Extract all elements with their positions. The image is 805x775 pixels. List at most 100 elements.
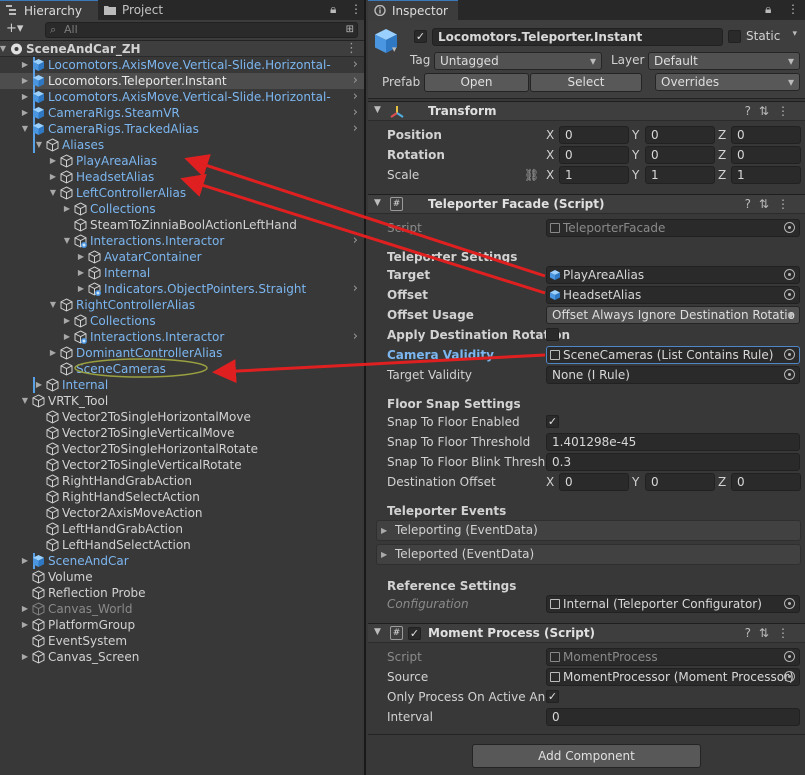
expand-arrow-icon[interactable]: ▼: [48, 185, 58, 201]
hierarchy-row[interactable]: EventSystem: [0, 633, 364, 649]
snap-to-floor-blink-threshold-input[interactable]: 0.3: [546, 453, 800, 471]
hierarchy-row[interactable]: ▶ Locomotors.AxisMove.Vertical-Slide.Hori…: [0, 89, 364, 105]
object-name-field[interactable]: Locomotors.Teleporter.Instant: [432, 28, 723, 46]
hierarchy-row[interactable]: ▶ Indicators.ObjectPointers.Straight ›: [0, 281, 364, 297]
target-field[interactable]: PlayAreaAlias: [546, 266, 800, 284]
collapse-arrow-icon[interactable]: ▶: [48, 169, 58, 185]
scene-filter-icon[interactable]: ⊞: [346, 23, 354, 37]
constrain-proportions-icon[interactable]: ⛓: [524, 166, 539, 184]
tab-inspector[interactable]: Inspector: [368, 0, 458, 20]
component-header-icons[interactable]: ?⇅⋮: [745, 626, 797, 640]
tag-dropdown[interactable]: Untagged: [434, 52, 602, 70]
collapse-arrow-icon[interactable]: ▶: [48, 345, 58, 361]
rotation-x-input[interactable]: 0: [559, 146, 629, 164]
foldout-arrow-icon[interactable]: ▼: [374, 198, 381, 208]
scale-z-input[interactable]: 1: [731, 166, 801, 184]
hierarchy-row[interactable]: RightHandSelectAction: [0, 489, 364, 505]
rotation-x-axis-label[interactable]: X: [546, 146, 554, 164]
position-z-axis-label[interactable]: Z: [718, 126, 726, 144]
collapse-arrow-icon[interactable]: ▶: [20, 73, 30, 89]
apply-destination-rotation-checkbox[interactable]: [546, 328, 559, 341]
target-validity-field[interactable]: None (I Rule): [546, 366, 800, 384]
component-header-icons[interactable]: ?⇅⋮: [745, 104, 797, 118]
object-picker-icon[interactable]: [784, 289, 795, 300]
hierarchy-row[interactable]: ▼ CameraRigs.TrackedAlias ›: [0, 121, 364, 137]
chevron-right-icon[interactable]: ›: [353, 233, 358, 249]
hierarchy-row[interactable]: LeftHandSelectAction: [0, 537, 364, 553]
hierarchy-row[interactable]: ▶ AvatarContainer: [0, 249, 364, 265]
object-picker-icon[interactable]: [784, 598, 795, 609]
collapse-arrow-icon[interactable]: ▶: [62, 329, 72, 345]
chevron-right-icon[interactable]: ›: [353, 73, 358, 89]
scale-x-input[interactable]: 1: [559, 166, 629, 184]
snap-to-floor-threshold-input[interactable]: 1.401298e-45: [546, 433, 800, 451]
hierarchy-row[interactable]: Vector2ToSingleHorizontalMove: [0, 409, 364, 425]
offset-field[interactable]: HeadsetAlias: [546, 286, 800, 304]
scene-row[interactable]: ▼ SceneAndCar_ZH ⋮: [0, 41, 364, 57]
hierarchy-row[interactable]: RightHandGrabAction: [0, 473, 364, 489]
destination-offset-y-input[interactable]: 0: [645, 473, 715, 491]
destination-offset-x-axis-label[interactable]: X: [546, 473, 554, 491]
object-picker-icon[interactable]: [784, 269, 795, 280]
collapse-arrow-icon[interactable]: ▶: [20, 553, 30, 569]
hierarchy-row[interactable]: ▶ PlayAreaAlias: [0, 153, 364, 169]
collapse-arrow-icon[interactable]: ▶: [76, 265, 86, 281]
chevron-right-icon[interactable]: ›: [353, 121, 358, 137]
chevron-right-icon[interactable]: ›: [353, 105, 358, 121]
hierarchy-row[interactable]: ▶ Collections: [0, 201, 364, 217]
hierarchy-row[interactable]: ▶ Internal: [0, 265, 364, 281]
collapse-arrow-icon[interactable]: ▶: [20, 601, 30, 617]
hierarchy-row[interactable]: ▶ Canvas_Screen: [0, 649, 364, 665]
prefab-overrides-dropdown[interactable]: Overrides: [655, 73, 800, 91]
collapse-arrow-icon[interactable]: ▶: [62, 313, 72, 329]
chevron-right-icon[interactable]: ›: [353, 329, 358, 345]
chevron-right-icon[interactable]: ›: [353, 89, 358, 105]
hierarchy-row[interactable]: SteamToZinniaBoolActionLeftHand: [0, 217, 364, 233]
foldout-arrow-icon[interactable]: ▼: [374, 627, 381, 637]
position-x-axis-label[interactable]: X: [546, 126, 554, 144]
offset-usage-dropdown[interactable]: Offset Always Ignore Destination Rotatio: [546, 306, 800, 324]
teleporter-facade-header[interactable]: ▼ # Teleporter Facade (Script) ?⇅⋮: [368, 194, 805, 214]
interval-input[interactable]: 0: [546, 708, 800, 726]
hierarchy-row[interactable]: ▶ Locomotors.AxisMove.Vertical-Slide.Hori…: [0, 57, 364, 73]
kebab-menu-icon[interactable]: ⋮: [787, 2, 799, 16]
hierarchy-row[interactable]: SceneCameras: [0, 361, 364, 377]
camera-validity-field[interactable]: SceneCameras (List Contains Rule): [546, 346, 800, 364]
collapse-arrow-icon[interactable]: ▶: [20, 89, 30, 105]
static-dropdown-arrow[interactable]: ▾: [792, 29, 797, 39]
rotation-z-axis-label[interactable]: Z: [718, 146, 726, 164]
rotation-y-input[interactable]: 0: [645, 146, 715, 164]
expand-arrow-icon[interactable]: ▼: [20, 393, 30, 409]
expand-arrow-icon[interactable]: ▼: [48, 297, 58, 313]
hierarchy-row[interactable]: ▼ LeftControllerAlias: [0, 185, 364, 201]
hierarchy-row[interactable]: ▶ Canvas_World: [0, 601, 364, 617]
chevron-right-icon[interactable]: ›: [353, 281, 358, 297]
prefab-select-button[interactable]: Select: [530, 73, 642, 92]
hierarchy-row[interactable]: ▼ Interactions.Interactor ›: [0, 233, 364, 249]
destination-offset-x-input[interactable]: 0: [559, 473, 629, 491]
object-picker-icon[interactable]: [784, 671, 795, 682]
hierarchy-row[interactable]: ▼ VRTK_Tool: [0, 393, 364, 409]
position-y-axis-label[interactable]: Y: [632, 126, 639, 144]
scale-y-input[interactable]: 1: [645, 166, 715, 184]
prefab-open-button[interactable]: Open: [424, 73, 529, 92]
foldout-arrow-icon[interactable]: ▼: [374, 105, 381, 115]
hierarchy-row[interactable]: ▶ Internal: [0, 377, 364, 393]
scale-x-axis-label[interactable]: X: [546, 166, 554, 184]
collapse-arrow-icon[interactable]: ▶: [48, 153, 58, 169]
hierarchy-row[interactable]: Vector2AxisMoveAction: [0, 505, 364, 521]
expand-arrow-icon[interactable]: ▼: [0, 41, 8, 57]
position-z-input[interactable]: 0: [731, 126, 801, 144]
hierarchy-row[interactable]: ▶ Locomotors.Teleporter.Instant ›: [0, 73, 364, 89]
position-y-input[interactable]: 0: [645, 126, 715, 144]
source-field[interactable]: MomentProcessor (Moment Processor): [546, 668, 800, 686]
hierarchy-row[interactable]: Reflection Probe: [0, 585, 364, 601]
hierarchy-row[interactable]: ▶ DominantControllerAlias: [0, 345, 364, 361]
moment-process-header[interactable]: ▼ # ✓ Moment Process (Script) ?⇅⋮: [368, 623, 805, 643]
static-checkbox[interactable]: [728, 30, 741, 43]
collapse-arrow-icon[interactable]: ▶: [62, 201, 72, 217]
moment-process-enabled-checkbox[interactable]: ✓: [408, 627, 421, 640]
configuration-field[interactable]: Internal (Teleporter Configurator): [546, 595, 800, 613]
hierarchy-row[interactable]: Volume: [0, 569, 364, 585]
lock-icon[interactable]: 🔒︎: [330, 2, 336, 17]
